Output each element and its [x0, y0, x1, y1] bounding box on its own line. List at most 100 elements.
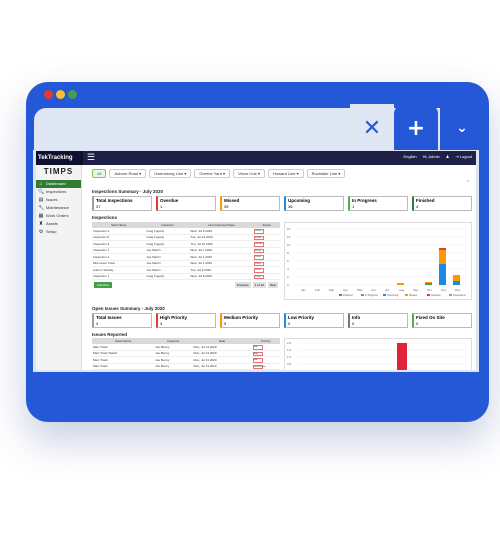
status-button[interactable]: Pause [254, 274, 265, 279]
table-row[interactable]: Main Track Joe Benny Mon, Jul 13 2020 Fixed… [92, 363, 280, 370]
sidebar-nav: ⌂ Dashboard 🔍 Inspections ▤ Issues 🔧 Maintenanc… [36, 180, 81, 236]
user-icon[interactable]: ♟ [446, 154, 450, 159]
y-tick-label: 12 [287, 235, 291, 239]
y-tick-label: 0.5 [287, 362, 292, 366]
status-button[interactable]: Pause [254, 261, 265, 266]
filter-chip-owensburg-line[interactable]: Owensburg Line ▾ [149, 169, 192, 178]
pager-1-of-10[interactable]: 1 of 10 [252, 282, 266, 288]
card-title: Total Inspections [96, 198, 133, 203]
app-logo[interactable]: TekTracking [36, 151, 83, 165]
pager-previous[interactable]: Previous [234, 282, 251, 288]
issues-chart-svg: 2.0 1.5 1.0 0.5 [287, 341, 467, 370]
inspections-summary-cards: Total Inspections 37 Overdue 1 Missed 35 Upcom… [92, 196, 472, 211]
chevron-down-icon[interactable]: ⌄ [440, 104, 484, 152]
summary-card[interactable]: High Priority 3 [156, 313, 216, 328]
summary-card[interactable]: Info 0 [348, 313, 408, 328]
card-title: Upcoming [288, 198, 310, 203]
pager-next[interactable]: Next [267, 282, 278, 288]
minimize-dot[interactable] [56, 90, 65, 99]
card-title: Low Priority [288, 315, 315, 320]
filter-chip-rochdale-line[interactable]: Rochdale Line ▾ [306, 169, 346, 178]
sidebar-item-label: Maintenance [46, 205, 69, 210]
x-tick-label: Feb [315, 288, 321, 292]
card-value: 1 [160, 204, 163, 209]
language-selector[interactable]: English [403, 154, 416, 159]
chart-bar [425, 282, 432, 283]
chart-bar [439, 284, 446, 285]
card-title: Info [352, 315, 361, 320]
summary-card[interactable]: Finished 4 [412, 196, 472, 211]
legend-swatch [427, 294, 430, 296]
y-tick-label: 6 [287, 259, 289, 263]
dashboard-icon: ⌂ [39, 181, 43, 187]
status-button[interactable]: Pause [254, 235, 265, 240]
sidebar-item-inspections[interactable]: 🔍 Inspections [36, 188, 81, 196]
issues-table: Asset Name Inspector Date Priority Main Trac… [92, 338, 280, 370]
issues-table-title: Issues Reported [92, 332, 128, 337]
chart-bar [453, 281, 460, 285]
summary-card[interactable]: Total Issues 4 [92, 313, 152, 328]
summary-card[interactable]: Upcoming 36 [284, 196, 344, 211]
filter-chip-auburn-road[interactable]: Auburn Road ▾ [109, 169, 147, 178]
close-tab-icon[interactable]: ✕ [350, 104, 394, 152]
sidebar-item-issues[interactable]: ▤ Issues [36, 196, 81, 204]
issues-chart: 2.0 1.5 1.0 0.5 [284, 338, 472, 370]
sidebar-item-work-orders[interactable]: ▦ Work Orders [36, 212, 81, 220]
summary-card[interactable]: Overdue 1 [156, 196, 216, 211]
filter-chip-all[interactable]: All [92, 169, 107, 178]
filter-chip-howard-line[interactable]: Howard Line ▾ [268, 169, 304, 178]
status-cell[interactable]: Fixed On Site [251, 363, 280, 370]
x-tick-label: Jul [385, 288, 389, 292]
sidebar-item-setup[interactable]: ⚙ Setup [36, 228, 81, 236]
summary-card[interactable]: Total Inspections 37 [92, 196, 152, 211]
card-title: Missed [224, 198, 240, 203]
status-button[interactable]: Pause [254, 229, 265, 234]
status-cell[interactable]: Pause [253, 273, 280, 280]
table-cell: Greg Fogarty [145, 273, 190, 280]
maximize-dot[interactable] [68, 90, 77, 99]
close-dot[interactable] [44, 90, 53, 99]
new-tab-icon[interactable]: + [394, 104, 438, 152]
inspections-table-panel: Start Name Inspector Last Inspected Date St… [92, 222, 280, 298]
legend-swatch [405, 294, 408, 296]
sidebar-item-dashboard[interactable]: ⌂ Dashboard [36, 180, 81, 188]
inspections-summary-title: Inspections Summary - July 2020 [92, 189, 164, 194]
collapse-icon[interactable]: ⌃ [466, 180, 470, 186]
sidebar-item-label: Assets [46, 221, 59, 226]
summary-card[interactable]: Medium Priority 5 [220, 313, 280, 328]
user-menu[interactable]: Hi, Admin [423, 154, 440, 159]
sidebar-item-assets[interactable]: ♜ Assets [36, 220, 81, 228]
status-button[interactable]: Fixed On Site [252, 364, 266, 369]
legend-label: In Progress [365, 294, 379, 297]
sidebar-item-label: Work Orders [46, 213, 69, 218]
card-value: 0 [288, 321, 291, 326]
filter-chip-victor-line[interactable]: Victor Line ▾ [233, 169, 266, 178]
status-button[interactable]: Pause [254, 255, 265, 260]
issues-table-panel: Asset Name Inspector Date Priority Main Trac… [92, 338, 280, 370]
y-tick-label: 4 [287, 267, 289, 271]
y-tick-label: 0 [287, 283, 289, 287]
status-button[interactable]: High [252, 345, 263, 350]
summary-card[interactable]: Missed 35 [220, 196, 280, 211]
legend-label: Overdue [431, 294, 441, 297]
status-button[interactable]: Pause [254, 268, 265, 273]
status-button[interactable]: High [252, 358, 263, 363]
issues-icon: ▤ [38, 197, 44, 203]
hamburger-menu-icon[interactable]: ☰ [87, 152, 95, 163]
add-row-button[interactable]: Add Row [94, 282, 113, 288]
filter-chip-greene-yard[interactable]: Greene Yard ▾ [194, 169, 231, 178]
window-dots [44, 90, 77, 99]
status-button[interactable]: Pause [254, 248, 265, 253]
summary-card[interactable]: Fixed On Site 0 [412, 313, 472, 328]
summary-card[interactable]: In Progress 1 [348, 196, 408, 211]
table-row[interactable]: Inspection 1 Greg Fogarty Wed, Jul 8 2020 P… [92, 273, 280, 280]
status-button[interactable]: High [252, 351, 263, 356]
sidebar-item-maintenance[interactable]: 🔧 Maintenance [36, 204, 81, 212]
card-value: 5 [224, 321, 227, 326]
chart-bar [439, 250, 446, 264]
card-value: 1 [352, 204, 355, 209]
summary-card[interactable]: Low Priority 0 [284, 313, 344, 328]
card-value: 4 [416, 204, 419, 209]
logout-link[interactable]: ⇥ Logout [455, 154, 472, 159]
status-button[interactable]: Resume [254, 242, 265, 247]
